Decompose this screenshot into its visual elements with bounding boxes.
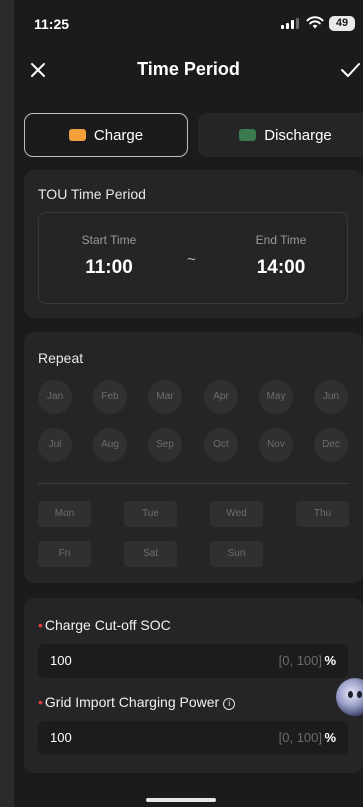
repeat-divider bbox=[38, 483, 348, 484]
info-icon[interactable]: i bbox=[223, 698, 236, 710]
tou-card: TOU Time Period Start Time 11:00 ~ End T… bbox=[24, 170, 363, 318]
status-bar: 11:25 49 bbox=[14, 0, 363, 48]
time-separator: ~ bbox=[187, 251, 196, 268]
soc-label: • Charge Cut-off SOC bbox=[38, 617, 171, 633]
battery-indicator: 49 bbox=[329, 16, 355, 31]
day-fri[interactable]: Fri bbox=[38, 541, 91, 567]
app-screen: 11:25 49 Time Period Charge Discharge TO… bbox=[14, 0, 363, 807]
end-time-value[interactable]: 14:00 bbox=[231, 257, 331, 279]
time-range-box: Start Time 11:00 ~ End Time 14:00 bbox=[38, 212, 348, 304]
grid-power-input[interactable]: 100 [0, 100] % bbox=[38, 721, 348, 755]
avatar-eye-icon bbox=[357, 691, 362, 698]
wifi-icon bbox=[306, 16, 324, 29]
avatar-eye-icon bbox=[348, 691, 353, 698]
day-sun[interactable]: Sun bbox=[210, 541, 263, 567]
month-jul[interactable]: Jul bbox=[38, 428, 72, 462]
day-mon[interactable]: Mon bbox=[38, 501, 91, 527]
soc-input[interactable]: 100 [0, 100] % bbox=[38, 644, 348, 678]
tou-title: TOU Time Period bbox=[38, 186, 146, 202]
grid-power-unit: % bbox=[324, 730, 336, 745]
soc-value: 100 bbox=[50, 653, 72, 668]
mode-tabs: Charge Discharge bbox=[24, 113, 363, 157]
tab-charge-label: Charge bbox=[93, 126, 144, 144]
month-feb[interactable]: Feb bbox=[93, 380, 127, 414]
page-title: Time Period bbox=[137, 59, 240, 79]
month-nov[interactable]: Nov bbox=[259, 428, 293, 462]
month-oct[interactable]: Oct bbox=[204, 428, 238, 462]
month-jan[interactable]: Jan bbox=[38, 380, 72, 414]
tab-discharge-label: Discharge bbox=[264, 126, 332, 144]
month-mar[interactable]: Mar bbox=[148, 380, 182, 414]
soc-unit: % bbox=[324, 653, 336, 668]
start-time-value[interactable]: 11:00 bbox=[59, 257, 159, 279]
start-time-label: Start Time bbox=[81, 233, 137, 247]
month-dec[interactable]: Dec bbox=[314, 428, 348, 462]
day-tue[interactable]: Tue bbox=[124, 501, 177, 527]
settings-card: • Charge Cut-off SOC 100 [0, 100] % • Grid… bbox=[24, 598, 363, 773]
cellular-signal-icon bbox=[281, 18, 299, 29]
required-marker: • bbox=[38, 694, 43, 710]
tab-charge[interactable]: Charge bbox=[24, 113, 188, 157]
required-marker: • bbox=[38, 617, 43, 633]
month-apr[interactable]: Apr bbox=[204, 380, 238, 414]
left-frame-edge bbox=[0, 0, 14, 807]
soc-label-text: Charge Cut-off SOC bbox=[44, 617, 171, 633]
month-aug[interactable]: Aug bbox=[93, 428, 127, 462]
day-thu[interactable]: Thu bbox=[296, 501, 349, 527]
status-time: 11:25 bbox=[34, 16, 70, 32]
day-wed[interactable]: Wed bbox=[210, 501, 263, 527]
month-jun[interactable]: Jun bbox=[314, 380, 348, 414]
grid-power-label-text: Grid Import Charging Power bbox=[44, 694, 220, 710]
grid-power-label: • Grid Import Charging Power i bbox=[38, 694, 236, 710]
repeat-card: Repeat Jan Feb Mar Apr May Jun Jul Aug S… bbox=[24, 332, 363, 583]
tab-discharge[interactable]: Discharge bbox=[198, 113, 363, 157]
battery-discharge-icon bbox=[239, 129, 257, 141]
end-time-label: End Time bbox=[255, 233, 307, 247]
home-indicator[interactable] bbox=[146, 798, 216, 802]
day-sat[interactable]: Sat bbox=[124, 541, 177, 567]
grid-power-range: [0, 100] bbox=[278, 730, 322, 745]
month-sep[interactable]: Sep bbox=[148, 428, 182, 462]
soc-range: [0, 100] bbox=[278, 653, 322, 668]
header: Time Period bbox=[14, 50, 363, 90]
grid-power-value: 100 bbox=[50, 730, 72, 745]
repeat-title: Repeat bbox=[38, 350, 84, 366]
month-may[interactable]: May bbox=[259, 380, 293, 414]
battery-charge-icon bbox=[68, 129, 86, 141]
confirm-check-icon[interactable] bbox=[339, 60, 361, 80]
